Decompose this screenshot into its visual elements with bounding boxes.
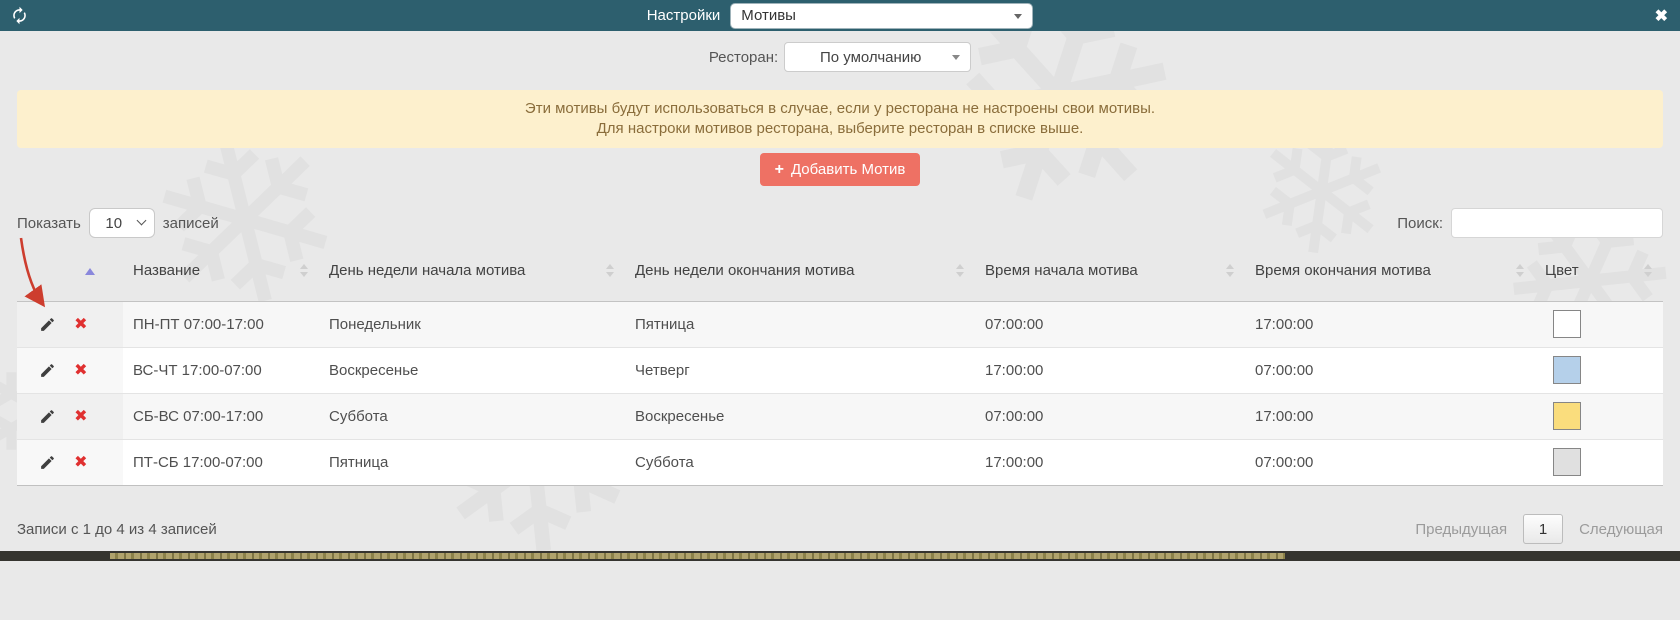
cell-end-time: 07:00:00 xyxy=(1245,346,1535,393)
add-motive-button[interactable]: + Добавить Мотив xyxy=(759,153,921,186)
edit-icon[interactable] xyxy=(39,454,56,471)
edit-icon[interactable] xyxy=(39,362,56,379)
records-info: Записи с 1 до 4 из 4 записей xyxy=(17,520,217,538)
highlighted-text-blur xyxy=(110,553,1285,559)
cell-end-day: Воскресенье xyxy=(625,392,975,439)
page-length-select[interactable]: 10 xyxy=(88,208,155,238)
sort-icon xyxy=(1644,263,1653,278)
warning-line-1: Эти мотивы будут использоваться в случае… xyxy=(524,100,1156,117)
edit-icon[interactable] xyxy=(39,316,56,333)
search-input[interactable] xyxy=(1451,208,1663,238)
restaurant-label: Ресторан: xyxy=(708,48,779,66)
cell-end-time: 17:00:00 xyxy=(1245,300,1535,347)
page-length-value: 10 xyxy=(105,214,123,232)
cell-start-time: 17:00:00 xyxy=(975,346,1245,393)
delete-icon[interactable]: ✖ xyxy=(74,316,87,332)
row-actions-cell: ✖ xyxy=(17,300,123,347)
close-icon[interactable]: ✖ xyxy=(1655,0,1668,31)
records-label: записей xyxy=(162,214,219,232)
background-page-strip xyxy=(0,551,1680,561)
table-row: ✖ ПТ-СБ 17:00-07:00 Пятница Суббота 17:0… xyxy=(17,438,1663,486)
table-header-row: Название День недели начала мотива День … xyxy=(17,241,1663,302)
column-header-end-day[interactable]: День недели окончания мотива xyxy=(625,241,975,302)
pagination: Предыдущая 1 Следующая xyxy=(1415,514,1663,544)
edit-icon[interactable] xyxy=(39,408,56,425)
settings-title: Настройки xyxy=(646,7,721,24)
cell-name: СБ-ВС 07:00-17:00 xyxy=(123,392,319,439)
color-swatch xyxy=(1553,310,1581,338)
cell-color xyxy=(1535,346,1663,393)
sort-icon xyxy=(956,263,965,278)
color-swatch xyxy=(1553,356,1581,384)
settings-section-value: Мотивы xyxy=(741,7,796,24)
restaurant-select-value: По умолчанию xyxy=(819,48,922,66)
cell-start-time: 07:00:00 xyxy=(975,300,1245,347)
cell-name: ПТ-СБ 17:00-07:00 xyxy=(123,438,319,486)
previous-page-button[interactable]: Предыдущая xyxy=(1415,521,1507,538)
column-header-start-time[interactable]: Время начала мотива xyxy=(975,241,1245,302)
column-header-end-time[interactable]: Время окончания мотива xyxy=(1245,241,1535,302)
row-actions-cell: ✖ xyxy=(17,346,123,393)
cell-name: ВС-ЧТ 17:00-07:00 xyxy=(123,346,319,393)
column-header-color[interactable]: Цвет xyxy=(1535,241,1663,302)
table-row: ✖ ВС-ЧТ 17:00-07:00 Воскресенье Четверг … xyxy=(17,346,1663,393)
delete-icon[interactable]: ✖ xyxy=(74,362,87,378)
cell-end-day: Пятница xyxy=(625,300,975,347)
cell-color xyxy=(1535,438,1663,486)
sort-asc-icon xyxy=(85,267,95,275)
delete-icon[interactable]: ✖ xyxy=(74,408,87,424)
color-swatch xyxy=(1553,402,1581,430)
settings-section-select[interactable]: Мотивы xyxy=(730,2,1034,29)
table-controls: Показать 10 записей Поиск: xyxy=(17,208,1663,238)
plus-icon: + xyxy=(774,160,784,178)
search-label: Поиск: xyxy=(1397,214,1443,232)
color-swatch xyxy=(1553,448,1581,476)
cell-start-day: Пятница xyxy=(319,438,625,486)
cell-start-day: Понедельник xyxy=(319,300,625,347)
chevron-down-icon xyxy=(136,215,147,226)
chevron-down-icon xyxy=(952,55,961,60)
cell-start-day: Воскресенье xyxy=(319,346,625,393)
cell-color xyxy=(1535,392,1663,439)
next-page-button[interactable]: Следующая xyxy=(1579,521,1663,538)
add-button-row: + Добавить Мотив xyxy=(0,153,1680,186)
delete-icon[interactable]: ✖ xyxy=(74,454,87,470)
chevron-down-icon xyxy=(1014,13,1023,19)
column-header-start-day[interactable]: День недели начала мотива xyxy=(319,241,625,302)
cell-start-time: 07:00:00 xyxy=(975,392,1245,439)
cell-end-day: Четверг xyxy=(625,346,975,393)
table-footer: Записи с 1 до 4 из 4 записей Предыдущая … xyxy=(17,514,1663,544)
cell-start-time: 17:00:00 xyxy=(975,438,1245,486)
row-actions-cell: ✖ xyxy=(17,392,123,439)
cell-end-time: 17:00:00 xyxy=(1245,392,1535,439)
sort-icon xyxy=(1226,263,1235,278)
cell-end-time: 07:00:00 xyxy=(1245,438,1535,486)
cell-start-day: Суббота xyxy=(319,392,625,439)
refresh-icon[interactable] xyxy=(10,6,29,25)
sort-icon xyxy=(606,263,615,278)
cell-color xyxy=(1535,300,1663,347)
sort-icon xyxy=(1516,263,1525,278)
cell-end-day: Суббота xyxy=(625,438,975,486)
topbar: Настройки Мотивы ✖ xyxy=(0,0,1680,31)
sort-icon xyxy=(300,263,309,278)
add-motive-label: Добавить Мотив xyxy=(790,161,906,178)
show-label: Показать xyxy=(17,214,81,232)
row-actions-cell: ✖ xyxy=(17,438,123,486)
column-header-actions[interactable] xyxy=(17,241,123,302)
search-control: Поиск: xyxy=(1397,208,1663,238)
column-header-name[interactable]: Название xyxy=(123,241,319,302)
page-number-button[interactable]: 1 xyxy=(1523,514,1564,544)
warning-line-2: Для настроки мотивов ресторана, выберите… xyxy=(596,120,1084,137)
restaurant-row: Ресторан: По умолчанию xyxy=(0,42,1680,72)
restaurant-select[interactable]: По умолчанию xyxy=(784,42,972,72)
cell-name: ПН-ПТ 07:00-17:00 xyxy=(123,300,319,347)
table-row: ✖ СБ-ВС 07:00-17:00 Суббота Воскресенье … xyxy=(17,392,1663,439)
table-row: ✖ ПН-ПТ 07:00-17:00 Понедельник Пятница … xyxy=(17,300,1663,347)
warning-banner: Эти мотивы будут использоваться в случае… xyxy=(17,90,1663,148)
table-body: ✖ ПН-ПТ 07:00-17:00 Понедельник Пятница … xyxy=(17,300,1663,486)
motives-table: Название День недели начала мотива День … xyxy=(17,241,1663,486)
